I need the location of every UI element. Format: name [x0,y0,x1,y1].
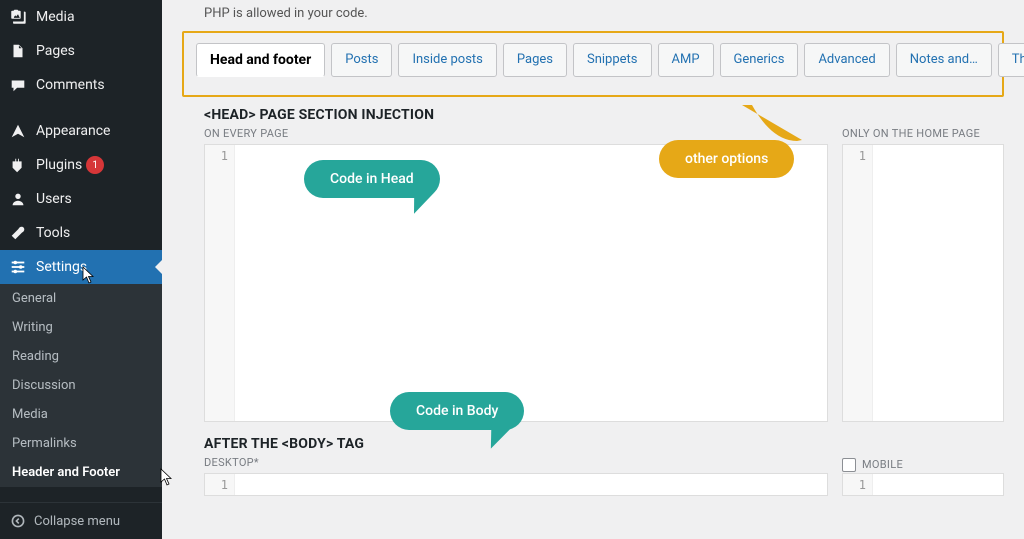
tab-posts[interactable]: Posts [331,43,392,77]
sidebar-sub-header-footer[interactable]: Header and Footer [0,458,162,487]
sidebar-sub-writing[interactable]: Writing [0,313,162,342]
pages-icon [8,41,28,61]
php-notice: PHP is allowed in your code. [182,0,1004,31]
editor-textarea[interactable] [235,474,827,495]
sidebar-sub-media[interactable]: Media [0,400,162,429]
sidebar-sub-general[interactable]: General [0,284,162,313]
collapse-label: Collapse menu [34,514,120,529]
sidebar-sub-discussion[interactable]: Discussion [0,371,162,400]
users-icon [8,189,28,209]
sidebar-item-appearance[interactable]: Appearance [0,114,162,148]
body-right-label: MOBILE [862,458,903,471]
sidebar-submenu: General Writing Reading Discussion Media… [0,284,162,487]
callout-head-tail [410,189,434,216]
editor-textarea[interactable] [873,474,1003,495]
sidebar-item-label: Media [36,9,75,25]
head-right-label: ONLY ON THE HOME PAGE [842,127,980,140]
admin-sidebar: Media Pages Comments Appearance Plugins … [0,0,162,539]
callout-other-tail [742,105,802,145]
tab-generics[interactable]: Generics [720,43,799,77]
sidebar-item-pages[interactable]: Pages [0,34,162,68]
sidebar-item-label: Plugins [36,157,82,173]
settings-icon [8,257,28,277]
line-gutter: 1 [843,474,873,495]
sidebar-item-label: Users [36,191,72,207]
sidebar-item-label: Pages [36,43,75,59]
head-home-page-editor[interactable]: 1 [842,144,1004,422]
line-gutter: 1 [843,145,873,421]
sidebar-item-plugins[interactable]: Plugins 1 [0,148,162,182]
sidebar-item-label: Appearance [36,123,110,139]
line-gutter: 1 [205,145,235,421]
collapse-menu[interactable]: Collapse menu [0,502,162,539]
head-section-title: <HEAD> PAGE SECTION INJECTION [204,107,1004,123]
main-content: PHP is allowed in your code. Head and fo… [162,0,1024,539]
media-icon [8,7,28,27]
sidebar-item-users[interactable]: Users [0,182,162,216]
tab-head-footer[interactable]: Head and footer [196,43,325,77]
sidebar-item-label: Settings [36,259,87,275]
sidebar-sub-permalinks[interactable]: Permalinks [0,429,162,458]
head-every-page-editor[interactable]: 1 [204,144,828,422]
sidebar-item-label: Comments [36,77,105,93]
head-left-label: ON EVERY PAGE [204,127,288,140]
plugins-icon [8,155,28,175]
body-section-title: AFTER THE <BODY> TAG [204,436,1004,452]
tab-amp[interactable]: AMP [658,43,714,77]
sidebar-sub-reading[interactable]: Reading [0,342,162,371]
callout-body-tail [487,422,513,451]
body-desktop-editor[interactable]: 1 [204,473,828,496]
line-gutter: 1 [205,474,235,495]
appearance-icon [8,121,28,141]
editor-textarea[interactable] [873,145,1003,421]
mobile-checkbox[interactable] [842,458,856,472]
sidebar-item-tools[interactable]: Tools [0,216,162,250]
sidebar-item-media[interactable]: Media [0,0,162,34]
tab-notes[interactable]: Notes and… [896,43,992,77]
tab-bar: Head and footer Posts Inside posts Pages… [182,31,1004,97]
collapse-icon [8,511,28,531]
comments-icon [8,75,28,95]
tab-inside-posts[interactable]: Inside posts [398,43,496,77]
sidebar-item-settings[interactable]: Settings [0,250,162,284]
body-left-label: DESKTOP* [204,456,259,469]
tools-icon [8,223,28,243]
tab-thank-you[interactable]: Thank you [998,43,1024,77]
plugin-update-badge: 1 [86,156,104,174]
tab-pages[interactable]: Pages [503,43,567,77]
tab-advanced[interactable]: Advanced [804,43,889,77]
tab-snippets[interactable]: Snippets [573,43,652,77]
sidebar-item-label: Tools [36,225,70,241]
sidebar-item-comments[interactable]: Comments [0,68,162,102]
body-mobile-editor[interactable]: 1 [842,473,1004,496]
callout-other: other options [659,140,794,178]
